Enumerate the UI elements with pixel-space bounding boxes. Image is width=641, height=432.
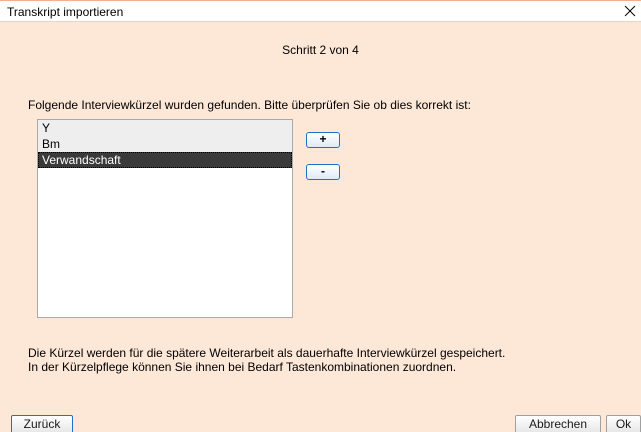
info-line: In der Kürzelpflege können Sie ihnen bei… [28,360,457,374]
instruction-text: Folgende Interviewkürzel wurden gefunden… [28,98,471,112]
add-abbreviation-button[interactable]: + [306,132,340,148]
info-line: Die Kürzel werden für die spätere Weiter… [28,346,506,360]
remove-abbreviation-button[interactable]: - [306,164,340,180]
close-button[interactable] [619,1,641,21]
list-item[interactable]: Verwandschaft [38,152,292,168]
list-item[interactable]: Y [38,120,292,136]
info-text: Die Kürzel werden für die spätere Weiter… [28,346,505,374]
step-indicator: Schritt 2 von 4 [282,43,359,57]
title-bar: Transkript importieren [0,1,641,22]
close-icon [624,5,636,17]
list-item[interactable]: Bm [38,136,292,152]
import-transcript-dialog: Transkript importieren Schritt 2 von 4 F… [0,0,641,432]
abbreviation-list[interactable]: Y Bm Verwandschaft [37,119,293,318]
window-title: Transkript importieren [7,5,124,19]
ok-button[interactable]: Ok [606,415,641,432]
back-button[interactable]: Zurück [11,415,73,432]
cancel-button[interactable]: Abbrechen [515,415,601,432]
